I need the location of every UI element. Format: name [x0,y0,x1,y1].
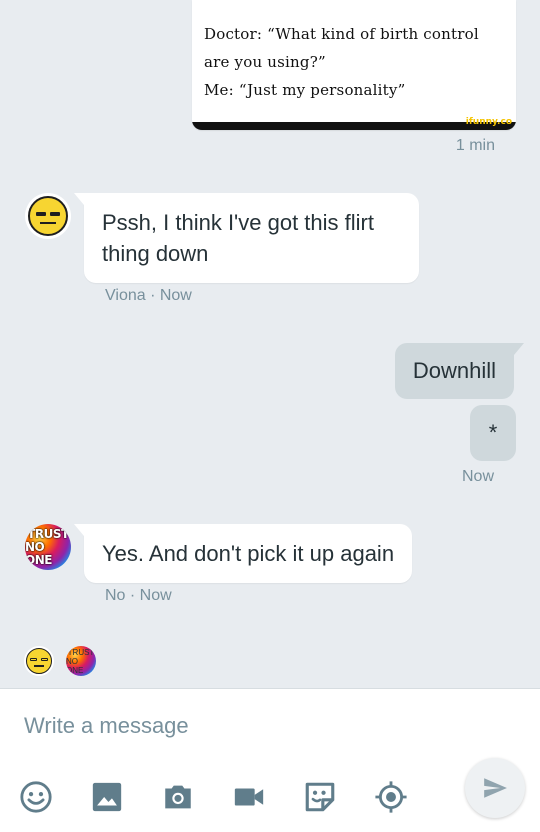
image-icon[interactable] [89,779,125,815]
incoming-message-bubble[interactable]: Yes. And don't pick it up again [73,524,413,583]
straight-face-icon [28,196,68,236]
avatar-text: NO ONE [25,539,52,567]
message-meta: Viona · Now [105,287,192,304]
message-text: Pssh, I think I've got this flirt thing … [102,210,374,266]
image-text-line: Doctor: “What kind of birth control [204,25,479,43]
emoji-icon[interactable] [18,779,54,815]
sticker-icon[interactable] [302,779,338,815]
image-text-line: are you using?” [204,53,326,71]
video-icon[interactable] [231,779,267,815]
avatar-text: TRUST [67,647,95,657]
incoming-message-bubble[interactable]: Pssh, I think I've got this flirt thing … [74,193,419,283]
read-receipt-avatar [24,646,54,676]
image-text-line: Me: “Just my personality” [204,81,406,99]
send-button[interactable] [465,758,525,818]
message-composer [0,688,540,832]
message-input[interactable] [24,709,444,743]
straight-face-icon [26,648,52,674]
camera-icon[interactable] [160,779,196,815]
send-icon [484,778,507,798]
message-text: Yes. And don't pick it up again [102,541,395,566]
message-timestamp: 1 min [455,137,495,154]
message-text: * [488,420,498,445]
outgoing-message-bubble[interactable]: Downhill [394,343,525,399]
outgoing-message-bubble[interactable]: * [470,405,516,461]
avatar-text: TRUST [27,526,69,541]
image-message-content: Doctor: “What kind of birth control are … [204,20,504,104]
avatar-text: NO ONE [66,656,84,675]
message-list[interactable]: Doctor: “What kind of birth control are … [0,0,540,688]
image-watermark: ifunny.co [465,117,512,127]
location-icon[interactable] [373,779,409,815]
avatar-no[interactable]: TRUST NO ONE [25,524,71,570]
avatar-viona[interactable] [25,193,71,239]
read-receipt-avatar: TRUST NO ONE [66,646,96,676]
message-text: Downhill [412,358,496,383]
message-meta: No · Now [105,587,172,604]
message-timestamp: Now [461,468,494,485]
image-message[interactable]: Doctor: “What kind of birth control are … [192,0,516,130]
